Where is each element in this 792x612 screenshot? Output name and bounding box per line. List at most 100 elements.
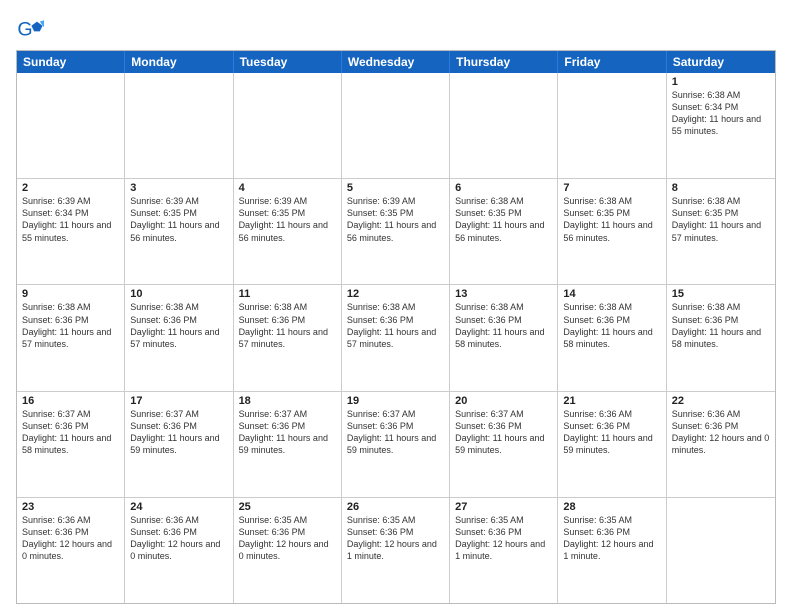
day-info: Sunrise: 6:39 AM Sunset: 6:35 PM Dayligh…: [347, 195, 444, 244]
day-number: 19: [347, 395, 444, 407]
day-info: Sunrise: 6:36 AM Sunset: 6:36 PM Dayligh…: [22, 514, 119, 563]
calendar-cell: 14Sunrise: 6:38 AM Sunset: 6:36 PM Dayli…: [558, 285, 666, 390]
calendar-cell: [234, 73, 342, 178]
calendar-header: SundayMondayTuesdayWednesdayThursdayFrid…: [17, 51, 775, 73]
day-info: Sunrise: 6:37 AM Sunset: 6:36 PM Dayligh…: [239, 408, 336, 457]
calendar-cell: 28Sunrise: 6:35 AM Sunset: 6:36 PM Dayli…: [558, 498, 666, 603]
calendar-cell: 3Sunrise: 6:39 AM Sunset: 6:35 PM Daylig…: [125, 179, 233, 284]
calendar-cell: 23Sunrise: 6:36 AM Sunset: 6:36 PM Dayli…: [17, 498, 125, 603]
day-info: Sunrise: 6:39 AM Sunset: 6:35 PM Dayligh…: [130, 195, 227, 244]
day-info: Sunrise: 6:36 AM Sunset: 6:36 PM Dayligh…: [130, 514, 227, 563]
day-info: Sunrise: 6:38 AM Sunset: 6:36 PM Dayligh…: [672, 301, 770, 350]
day-number: 12: [347, 288, 444, 300]
day-info: Sunrise: 6:38 AM Sunset: 6:36 PM Dayligh…: [563, 301, 660, 350]
calendar-body: 1Sunrise: 6:38 AM Sunset: 6:34 PM Daylig…: [17, 73, 775, 603]
day-number: 28: [563, 501, 660, 513]
day-number: 17: [130, 395, 227, 407]
day-number: 24: [130, 501, 227, 513]
calendar-cell: 19Sunrise: 6:37 AM Sunset: 6:36 PM Dayli…: [342, 392, 450, 497]
calendar-cell: 21Sunrise: 6:36 AM Sunset: 6:36 PM Dayli…: [558, 392, 666, 497]
day-info: Sunrise: 6:38 AM Sunset: 6:34 PM Dayligh…: [672, 89, 770, 138]
day-number: 18: [239, 395, 336, 407]
day-number: 1: [672, 76, 770, 88]
day-info: Sunrise: 6:37 AM Sunset: 6:36 PM Dayligh…: [130, 408, 227, 457]
calendar-cell: 16Sunrise: 6:37 AM Sunset: 6:36 PM Dayli…: [17, 392, 125, 497]
day-number: 15: [672, 288, 770, 300]
calendar-cell: 2Sunrise: 6:39 AM Sunset: 6:34 PM Daylig…: [17, 179, 125, 284]
weekday-header: Thursday: [450, 51, 558, 73]
day-number: 14: [563, 288, 660, 300]
weekday-header: Tuesday: [234, 51, 342, 73]
day-number: 13: [455, 288, 552, 300]
calendar-cell: [342, 73, 450, 178]
day-number: 9: [22, 288, 119, 300]
calendar-cell: 26Sunrise: 6:35 AM Sunset: 6:36 PM Dayli…: [342, 498, 450, 603]
day-info: Sunrise: 6:37 AM Sunset: 6:36 PM Dayligh…: [455, 408, 552, 457]
logo: G: [16, 16, 48, 44]
weekday-header: Monday: [125, 51, 233, 73]
calendar-cell: 1Sunrise: 6:38 AM Sunset: 6:34 PM Daylig…: [667, 73, 775, 178]
weekday-header: Friday: [558, 51, 666, 73]
weekday-header: Saturday: [667, 51, 775, 73]
day-number: 2: [22, 182, 119, 194]
calendar-cell: 20Sunrise: 6:37 AM Sunset: 6:36 PM Dayli…: [450, 392, 558, 497]
day-number: 4: [239, 182, 336, 194]
day-number: 7: [563, 182, 660, 194]
calendar-cell: [667, 498, 775, 603]
weekday-header: Sunday: [17, 51, 125, 73]
day-info: Sunrise: 6:35 AM Sunset: 6:36 PM Dayligh…: [239, 514, 336, 563]
calendar-row: 1Sunrise: 6:38 AM Sunset: 6:34 PM Daylig…: [17, 73, 775, 178]
calendar-cell: [558, 73, 666, 178]
day-info: Sunrise: 6:38 AM Sunset: 6:36 PM Dayligh…: [347, 301, 444, 350]
header: G: [16, 12, 776, 44]
day-info: Sunrise: 6:39 AM Sunset: 6:34 PM Dayligh…: [22, 195, 119, 244]
day-number: 8: [672, 182, 770, 194]
calendar-cell: 17Sunrise: 6:37 AM Sunset: 6:36 PM Dayli…: [125, 392, 233, 497]
day-number: 22: [672, 395, 770, 407]
day-number: 11: [239, 288, 336, 300]
day-info: Sunrise: 6:38 AM Sunset: 6:35 PM Dayligh…: [455, 195, 552, 244]
day-info: Sunrise: 6:36 AM Sunset: 6:36 PM Dayligh…: [563, 408, 660, 457]
day-number: 27: [455, 501, 552, 513]
calendar-cell: [125, 73, 233, 178]
day-info: Sunrise: 6:37 AM Sunset: 6:36 PM Dayligh…: [22, 408, 119, 457]
day-info: Sunrise: 6:38 AM Sunset: 6:35 PM Dayligh…: [563, 195, 660, 244]
logo-icon: G: [16, 16, 44, 44]
day-number: 10: [130, 288, 227, 300]
calendar-cell: 18Sunrise: 6:37 AM Sunset: 6:36 PM Dayli…: [234, 392, 342, 497]
day-info: Sunrise: 6:35 AM Sunset: 6:36 PM Dayligh…: [455, 514, 552, 563]
calendar-cell: 9Sunrise: 6:38 AM Sunset: 6:36 PM Daylig…: [17, 285, 125, 390]
calendar-cell: 10Sunrise: 6:38 AM Sunset: 6:36 PM Dayli…: [125, 285, 233, 390]
day-number: 25: [239, 501, 336, 513]
day-info: Sunrise: 6:36 AM Sunset: 6:36 PM Dayligh…: [672, 408, 770, 457]
day-info: Sunrise: 6:38 AM Sunset: 6:36 PM Dayligh…: [22, 301, 119, 350]
calendar-row: 23Sunrise: 6:36 AM Sunset: 6:36 PM Dayli…: [17, 497, 775, 603]
calendar-cell: [17, 73, 125, 178]
weekday-header: Wednesday: [342, 51, 450, 73]
day-info: Sunrise: 6:38 AM Sunset: 6:36 PM Dayligh…: [239, 301, 336, 350]
calendar-cell: 15Sunrise: 6:38 AM Sunset: 6:36 PM Dayli…: [667, 285, 775, 390]
day-info: Sunrise: 6:39 AM Sunset: 6:35 PM Dayligh…: [239, 195, 336, 244]
day-number: 26: [347, 501, 444, 513]
calendar-cell: 24Sunrise: 6:36 AM Sunset: 6:36 PM Dayli…: [125, 498, 233, 603]
day-number: 5: [347, 182, 444, 194]
calendar-cell: 7Sunrise: 6:38 AM Sunset: 6:35 PM Daylig…: [558, 179, 666, 284]
day-number: 16: [22, 395, 119, 407]
day-info: Sunrise: 6:37 AM Sunset: 6:36 PM Dayligh…: [347, 408, 444, 457]
day-number: 3: [130, 182, 227, 194]
day-number: 20: [455, 395, 552, 407]
day-info: Sunrise: 6:38 AM Sunset: 6:35 PM Dayligh…: [672, 195, 770, 244]
calendar-cell: 11Sunrise: 6:38 AM Sunset: 6:36 PM Dayli…: [234, 285, 342, 390]
calendar-cell: 12Sunrise: 6:38 AM Sunset: 6:36 PM Dayli…: [342, 285, 450, 390]
calendar-cell: 22Sunrise: 6:36 AM Sunset: 6:36 PM Dayli…: [667, 392, 775, 497]
day-number: 23: [22, 501, 119, 513]
day-info: Sunrise: 6:38 AM Sunset: 6:36 PM Dayligh…: [130, 301, 227, 350]
calendar-cell: 27Sunrise: 6:35 AM Sunset: 6:36 PM Dayli…: [450, 498, 558, 603]
calendar-row: 2Sunrise: 6:39 AM Sunset: 6:34 PM Daylig…: [17, 178, 775, 284]
calendar-page: G SundayMondayTuesdayWednesdayThursdayFr…: [0, 0, 792, 612]
calendar-cell: 8Sunrise: 6:38 AM Sunset: 6:35 PM Daylig…: [667, 179, 775, 284]
calendar-cell: 5Sunrise: 6:39 AM Sunset: 6:35 PM Daylig…: [342, 179, 450, 284]
calendar-cell: [450, 73, 558, 178]
calendar: SundayMondayTuesdayWednesdayThursdayFrid…: [16, 50, 776, 604]
day-info: Sunrise: 6:35 AM Sunset: 6:36 PM Dayligh…: [347, 514, 444, 563]
